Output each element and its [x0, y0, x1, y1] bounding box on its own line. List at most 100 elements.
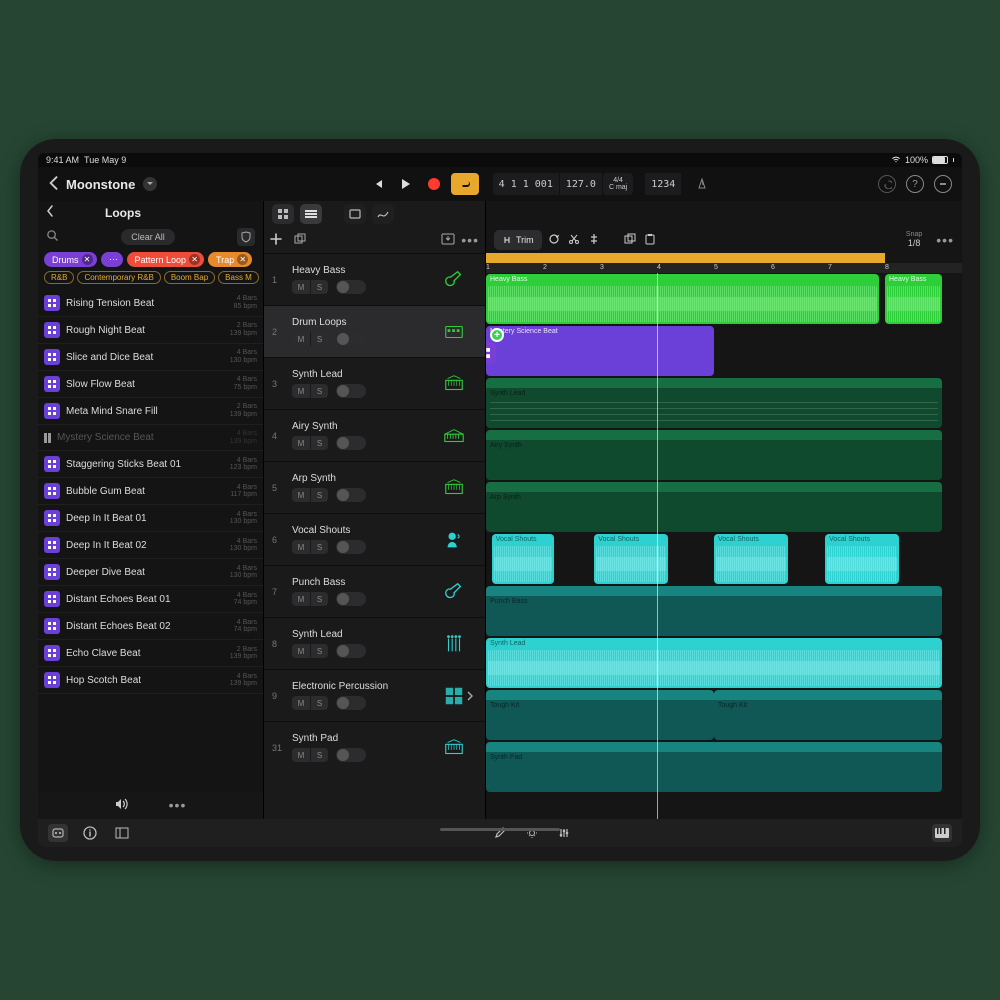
help-button[interactable]: ? — [906, 175, 924, 193]
track-row[interactable]: 1Heavy BassMS — [264, 253, 485, 305]
loop-item[interactable]: Hop Scotch Beat4 Bars139 bpm — [38, 667, 263, 694]
project-title[interactable]: Moonstone — [66, 177, 135, 192]
search-button[interactable] — [46, 229, 59, 245]
region[interactable]: Airy Synth — [486, 430, 942, 480]
region[interactable]: Heavy Bass — [885, 274, 942, 324]
list-view-button[interactable] — [300, 204, 322, 224]
cycle-button[interactable] — [451, 173, 479, 195]
loop-item[interactable]: Slow Flow Beat4 Bars75 bpm — [38, 371, 263, 398]
tracks-more-button[interactable]: ••• — [461, 232, 479, 248]
region[interactable]: Synth Lead — [486, 378, 942, 428]
track-enable-toggle[interactable] — [336, 592, 366, 606]
loop-item[interactable]: Slice and Dice Beat4 Bars130 bpm — [38, 344, 263, 371]
solo-button[interactable]: S — [310, 592, 328, 606]
loop-item[interactable]: Deep In It Beat 024 Bars130 bpm — [38, 532, 263, 559]
add-region-icon[interactable]: + — [490, 328, 504, 342]
loops-more-button[interactable]: ••• — [169, 797, 187, 813]
play-button[interactable] — [395, 173, 417, 195]
scissors-button[interactable] — [568, 233, 580, 248]
home-indicator[interactable] — [440, 828, 560, 831]
keyboard-button[interactable] — [932, 824, 952, 842]
tag-trap[interactable]: Trap✕ — [208, 252, 252, 267]
track-row[interactable]: 2Drum LoopsMS — [264, 305, 485, 357]
region[interactable]: Heavy Bass — [486, 274, 879, 324]
region[interactable]: Vocal Shouts — [492, 534, 555, 584]
import-track-button[interactable] — [441, 233, 455, 248]
loop-item[interactable]: Distant Echoes Beat 014 Bars74 bpm — [38, 586, 263, 613]
mute-button[interactable]: M — [292, 696, 310, 710]
lcd-tempo[interactable]: 127.0 — [560, 173, 602, 195]
project-menu-caret[interactable] — [143, 177, 157, 191]
track-enable-toggle[interactable] — [336, 540, 366, 554]
go-to-beginning-button[interactable] — [367, 173, 389, 195]
solo-button[interactable]: S — [310, 332, 328, 346]
loops-list[interactable]: Rising Tension Beat4 Bars85 bpmRough Nig… — [38, 290, 263, 791]
genre-boom-bap[interactable]: Boom Bap — [164, 271, 215, 284]
track-enable-toggle[interactable] — [336, 644, 366, 658]
track-enable-toggle[interactable] — [336, 748, 366, 762]
loop-item[interactable]: Echo Clave Beat2 Bars139 bpm — [38, 640, 263, 667]
mute-button[interactable]: M — [292, 332, 310, 346]
loop-item[interactable]: Deeper Dive Beat4 Bars130 bpm — [38, 559, 263, 586]
region[interactable]: Synth Pad — [486, 742, 942, 792]
solo-button[interactable]: S — [310, 436, 328, 450]
arrange-regions[interactable]: Heavy BassHeavy BassMystery Science Beat… — [486, 273, 962, 819]
mute-button[interactable]: M — [292, 280, 310, 294]
track-enable-toggle[interactable] — [336, 696, 366, 710]
automation-view-button[interactable] — [372, 204, 394, 224]
duplicate-track-button[interactable] — [294, 233, 306, 248]
region[interactable]: Vocal Shouts — [825, 534, 899, 584]
region[interactable]: Tough Kit — [486, 690, 714, 740]
tag-pattern-loop[interactable]: Pattern Loop✕ — [127, 252, 205, 267]
region[interactable]: Mystery Science Beat+ — [486, 326, 714, 376]
track-row[interactable]: 5Arp SynthMS — [264, 461, 485, 513]
trim-button[interactable]: Trim — [494, 230, 542, 250]
lcd-display[interactable]: 4 1 1 001 127.0 4/4C maj — [493, 173, 634, 195]
track-row[interactable]: 6Vocal ShoutsMS — [264, 513, 485, 565]
lcd-signature[interactable]: 4/4C maj — [603, 173, 633, 195]
track-row[interactable]: 3Synth LeadMS — [264, 357, 485, 409]
copy-button[interactable] — [624, 233, 636, 248]
loop-item[interactable]: Meta Mind Snare Fill2 Bars139 bpm — [38, 398, 263, 425]
tag-close-icon[interactable]: ✕ — [189, 254, 200, 265]
pause-icon[interactable] — [44, 433, 51, 443]
tag-⋯[interactable]: ⋯ — [101, 252, 123, 267]
genre-r-b[interactable]: R&B — [44, 271, 74, 284]
track-expand-button[interactable] — [467, 691, 477, 701]
record-button[interactable] — [423, 173, 445, 195]
loop-item[interactable]: Rough Night Beat2 Bars139 bpm — [38, 317, 263, 344]
solo-button[interactable]: S — [310, 748, 328, 762]
mixer-button[interactable] — [554, 824, 574, 842]
solo-button[interactable]: S — [310, 696, 328, 710]
region[interactable]: Synth Lead — [486, 638, 942, 688]
mute-button[interactable]: M — [292, 644, 310, 658]
mute-button[interactable]: M — [292, 748, 310, 762]
undo-button[interactable] — [878, 175, 896, 193]
metronome-button[interactable] — [691, 173, 713, 195]
loop-item[interactable]: Staggering Sticks Beat 014 Bars123 bpm — [38, 451, 263, 478]
loops-back-button[interactable] — [46, 205, 54, 220]
settings-button[interactable] — [934, 175, 952, 193]
split-button[interactable] — [588, 233, 600, 248]
library-button[interactable] — [112, 824, 132, 842]
mute-button[interactable]: M — [292, 384, 310, 398]
solo-button[interactable]: S — [310, 280, 328, 294]
filter-sound-packs-button[interactable] — [237, 228, 255, 246]
paste-button[interactable] — [644, 233, 656, 248]
solo-button[interactable]: S — [310, 488, 328, 502]
tag-drums[interactable]: Drums✕ — [44, 252, 97, 267]
info-button[interactable] — [80, 824, 100, 842]
loop-item[interactable]: Rising Tension Beat4 Bars85 bpm — [38, 290, 263, 317]
genre-bass-m[interactable]: Bass M — [218, 271, 259, 284]
playhead[interactable] — [657, 273, 658, 819]
track-row[interactable]: 4Airy SynthMS — [264, 409, 485, 461]
lcd-beat[interactable]: 1234 — [645, 173, 681, 195]
mute-button[interactable]: M — [292, 540, 310, 554]
track-enable-toggle[interactable] — [336, 488, 366, 502]
lcd-position[interactable]: 4 1 1 001 — [493, 173, 559, 195]
region[interactable]: Arp Synth — [486, 482, 942, 532]
region[interactable]: Punch Bass — [486, 586, 942, 636]
back-button[interactable] — [48, 176, 58, 193]
track-row[interactable]: 31Synth PadMS — [264, 721, 485, 773]
tag-close-icon[interactable]: ✕ — [82, 254, 93, 265]
